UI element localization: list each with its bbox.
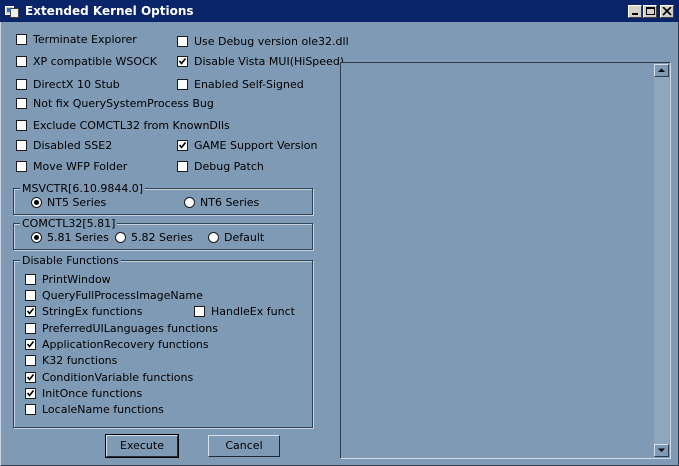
- checkbox-box[interactable]: [25, 372, 36, 383]
- scroll-up-button[interactable]: [654, 64, 669, 77]
- radio-label: 5.81 Series: [47, 231, 109, 244]
- cancel-button[interactable]: Cancel: [208, 435, 280, 457]
- checkbox-box[interactable]: [16, 98, 27, 109]
- maximize-button[interactable]: [643, 5, 657, 18]
- checkbox-label: XP compatible WSOCK: [33, 55, 157, 68]
- checkbox-label: PreferredUILanguages functions: [42, 322, 218, 335]
- checkbox-label: LocaleName functions: [42, 403, 164, 416]
- app-icon[interactable]: [5, 4, 19, 18]
- checkbox-label: DirectX 10 Stub: [33, 78, 120, 91]
- execute-button[interactable]: Execute: [105, 434, 179, 458]
- minimize-button[interactable]: [628, 5, 642, 18]
- checkbox-box[interactable]: [177, 140, 188, 151]
- checkbox-label: Terminate Explorer: [33, 33, 137, 46]
- checkbox-box[interactable]: [25, 404, 36, 415]
- radio-label: 5.82 Series: [131, 231, 193, 244]
- checkbox-box[interactable]: [177, 56, 188, 67]
- checkbox-box[interactable]: [16, 120, 27, 131]
- radio-dot[interactable]: [115, 232, 126, 243]
- radio-selected-indicator: [34, 200, 39, 205]
- scroll-down-button[interactable]: [654, 444, 669, 457]
- checkbox-box[interactable]: [194, 306, 205, 317]
- checkbox-label: QueryFullProcessImageName: [42, 289, 203, 302]
- checkbox-label: HandleEx funct: [211, 305, 295, 318]
- checkbox-label: StringEx functions: [42, 305, 143, 318]
- radio-label: NT5 Series: [47, 196, 107, 209]
- checkbox-label: PrintWindow: [42, 273, 111, 286]
- checkbox-label: Enabled Self-Signed: [194, 78, 304, 91]
- minimize-icon: [632, 13, 638, 15]
- close-button[interactable]: [660, 5, 674, 18]
- disable-functions-group: Disable Functions PrintWindow QueryFullP…: [13, 254, 313, 428]
- checkbox-label: Not fix QuerySystemProcess Bug: [33, 97, 214, 110]
- checkbox-box[interactable]: [16, 161, 27, 172]
- radio-label: Default: [224, 231, 265, 244]
- check-icon: [26, 341, 35, 348]
- checkbox-box[interactable]: [177, 36, 188, 47]
- checkbox-label: GAME Support Version: [194, 139, 318, 152]
- radio-label: NT6 Series: [200, 196, 260, 209]
- checkbox-label: ApplicationRecovery functions: [42, 338, 209, 351]
- checkbox-box[interactable]: [16, 34, 27, 45]
- arrow-up-icon: [658, 68, 665, 72]
- radio-selected-indicator: [34, 235, 39, 240]
- radio-dot[interactable]: [31, 197, 42, 208]
- checkbox-label: Move WFP Folder: [33, 160, 128, 173]
- arrow-down-icon: [658, 448, 665, 452]
- msvcrt-group: MSVCTR[6.10.9844.0] NT5 Series NT6 Serie…: [13, 182, 313, 215]
- checkbox-box[interactable]: [25, 323, 36, 334]
- check-icon: [178, 142, 187, 149]
- checkbox-box[interactable]: [25, 274, 36, 285]
- output-panel[interactable]: [340, 62, 671, 459]
- checkbox-box[interactable]: [177, 161, 188, 172]
- checkbox-box[interactable]: [16, 56, 27, 67]
- checkbox-label: Disable Vista MUI(HiSpeed): [194, 55, 345, 68]
- checkbox-box[interactable]: [25, 339, 36, 350]
- checkbox-box[interactable]: [25, 355, 36, 366]
- checkbox-box[interactable]: [25, 290, 36, 301]
- window-title: Extended Kernel Options: [25, 4, 194, 18]
- check-icon: [26, 374, 35, 381]
- checkbox-label: Exclude COMCTL32 from KnownDlls: [33, 119, 230, 132]
- close-icon: [662, 7, 672, 16]
- checkbox-label: ConditionVariable functions: [42, 371, 194, 384]
- checkbox-box[interactable]: [177, 79, 188, 90]
- check-icon: [178, 58, 187, 65]
- vertical-scrollbar[interactable]: [654, 64, 669, 457]
- checkbox-box[interactable]: [16, 79, 27, 90]
- title-bar: Extended Kernel Options: [0, 0, 679, 22]
- checkbox-box[interactable]: [25, 388, 36, 399]
- checkbox-label: Disabled SSE2: [33, 139, 113, 152]
- check-icon: [26, 308, 35, 315]
- msvcrt-group-legend: MSVCTR[6.10.9844.0]: [20, 182, 146, 195]
- checkbox-label: Use Debug version ole32.dll: [194, 35, 349, 48]
- checkbox-box[interactable]: [16, 140, 27, 151]
- disable-functions-legend: Disable Functions: [20, 254, 121, 267]
- comctl32-group-legend: COMCTL32[5.81]: [20, 217, 118, 230]
- checkbox-label: InitOnce functions: [42, 387, 143, 400]
- radio-dot[interactable]: [31, 232, 42, 243]
- maximize-icon: [646, 7, 655, 15]
- check-icon: [26, 390, 35, 397]
- radio-dot[interactable]: [184, 197, 195, 208]
- checkbox-box[interactable]: [25, 306, 36, 317]
- radio-dot[interactable]: [208, 232, 219, 243]
- checkbox-label: Debug Patch: [194, 160, 264, 173]
- comctl32-group: COMCTL32[5.81] 5.81 Series 5.82 Series D…: [13, 217, 313, 250]
- checkbox-label: K32 functions: [42, 354, 118, 367]
